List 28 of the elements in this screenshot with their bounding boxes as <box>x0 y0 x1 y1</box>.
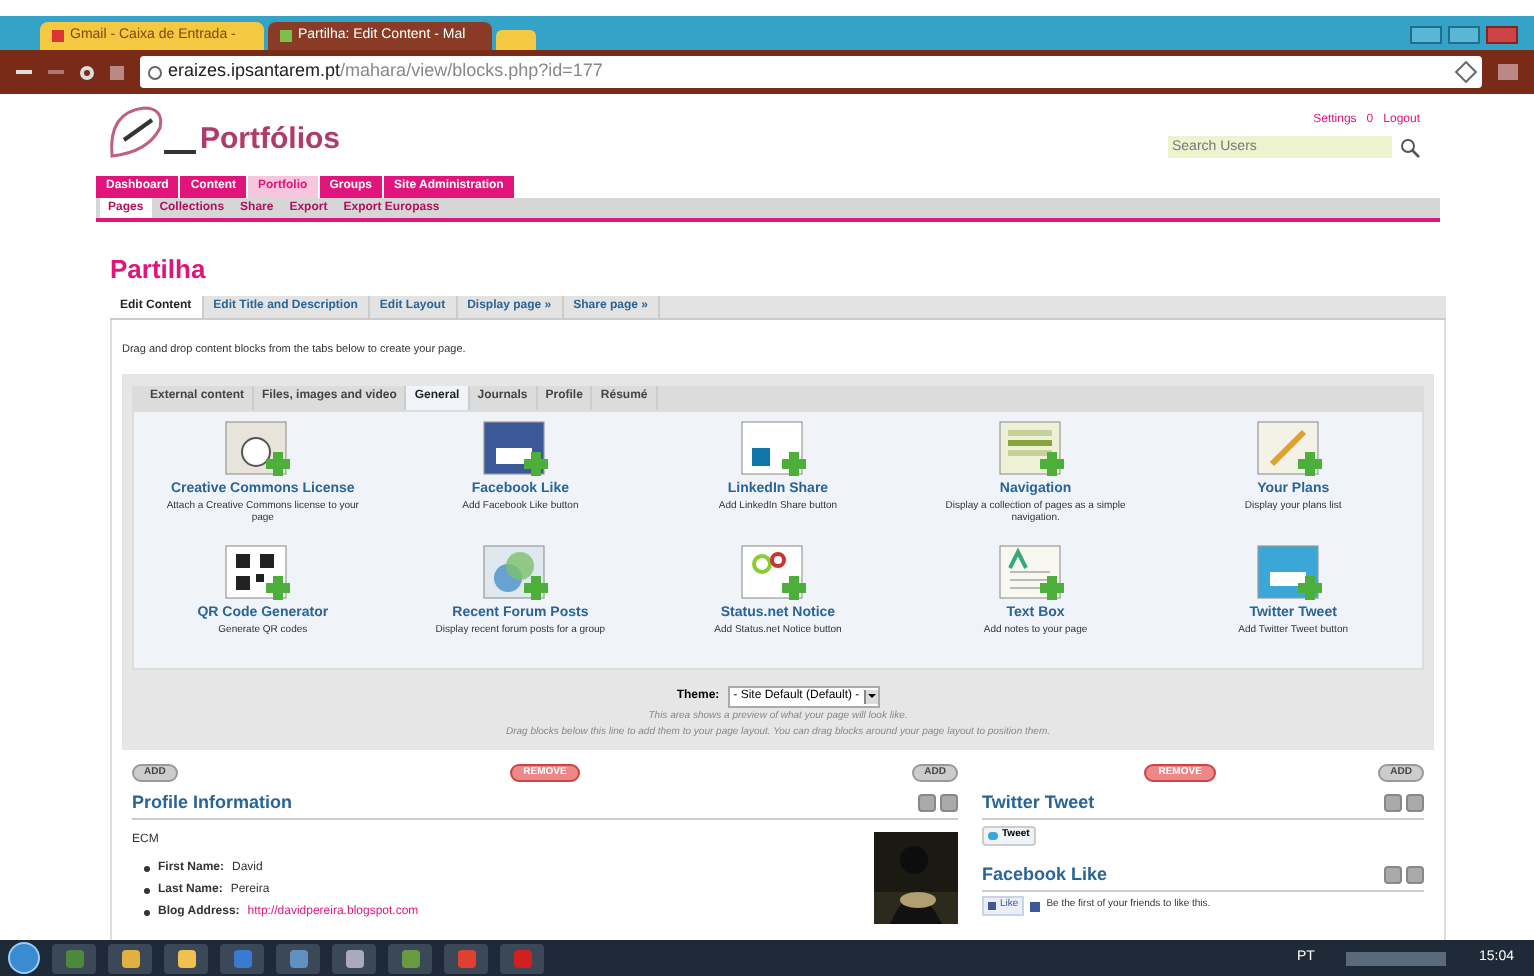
block-title: Twitter Tweet <box>982 789 1095 816</box>
url-host: eraizes.ipsantarem.pt <box>168 58 341 85</box>
caret-icon <box>863 689 878 704</box>
taskbar-app-icon[interactable] <box>52 943 96 973</box>
minimize-button[interactable] <box>1410 26 1442 44</box>
bullet-icon <box>144 888 150 895</box>
tab-favicon <box>280 30 292 42</box>
taskbar-app-icon[interactable] <box>164 943 208 973</box>
bullet-icon <box>144 866 150 873</box>
reload-icon[interactable] <box>80 65 94 79</box>
taskbar-app-icon[interactable] <box>332 943 376 973</box>
taskbar-app-icon[interactable] <box>388 943 432 973</box>
logo-text: Portfólios <box>200 120 340 160</box>
address-bar[interactable]: eraizes.ipsantarem.pt/mahara/view/blocks.php?id=177 <box>140 56 1482 88</box>
taskbar-app-icon[interactable] <box>276 943 320 973</box>
url-path: /mahara/view/blocks.php?id=177 <box>340 58 603 85</box>
maximize-button[interactable] <box>1448 26 1480 44</box>
search-icon[interactable] <box>1400 137 1420 157</box>
globe-icon <box>148 65 162 79</box>
tab-favicon <box>52 30 64 42</box>
block-title: Profile Information <box>132 789 293 816</box>
square-logo-icon <box>1030 901 1041 911</box>
close-button[interactable] <box>1486 26 1518 44</box>
block-title: Facebook Like <box>982 861 1108 888</box>
taskbar-app-icon[interactable] <box>108 943 152 973</box>
page-title: Partilha <box>110 252 208 288</box>
bullet-icon <box>144 910 150 917</box>
start-button[interactable] <box>8 942 40 974</box>
